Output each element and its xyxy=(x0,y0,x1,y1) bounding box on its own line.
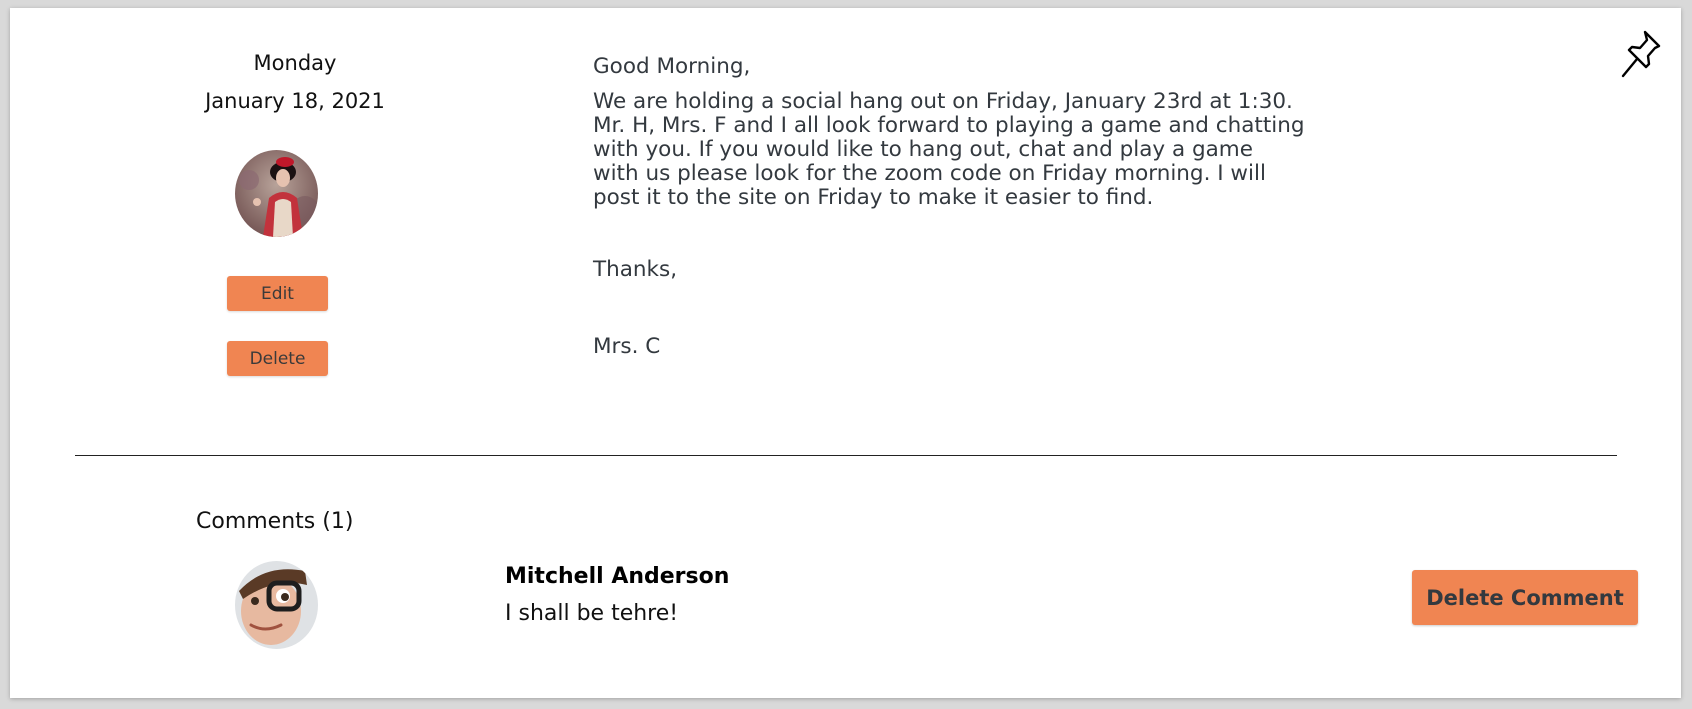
post-body: We are holding a social hang out on Frid… xyxy=(593,89,1305,210)
delete-comment-button[interactable]: Delete Comment xyxy=(1412,570,1638,625)
comment-author: Mitchell Anderson xyxy=(505,564,730,589)
delete-button[interactable]: Delete xyxy=(227,341,328,376)
edit-button[interactable]: Edit xyxy=(227,276,328,311)
pushpin-icon[interactable] xyxy=(1615,26,1667,82)
post-day: Monday xyxy=(253,51,337,75)
post-card: Monday January 18, 2021 Edit Delete Good… xyxy=(10,8,1681,698)
commenter-avatar xyxy=(235,561,318,649)
divider xyxy=(75,455,1617,456)
comment-text: I shall be tehre! xyxy=(505,601,679,626)
author-avatar xyxy=(235,150,318,237)
post-message: Good Morning, We are holding a social ha… xyxy=(593,52,1353,359)
post-date: Monday January 18, 2021 xyxy=(145,44,445,120)
post-thanks: Thanks, xyxy=(593,257,678,282)
post-date-text: January 18, 2021 xyxy=(205,89,385,113)
comments-heading: Comments (1) xyxy=(196,509,354,534)
post-signature: Mrs. C xyxy=(593,334,661,359)
post-greeting: Good Morning, xyxy=(593,54,751,79)
